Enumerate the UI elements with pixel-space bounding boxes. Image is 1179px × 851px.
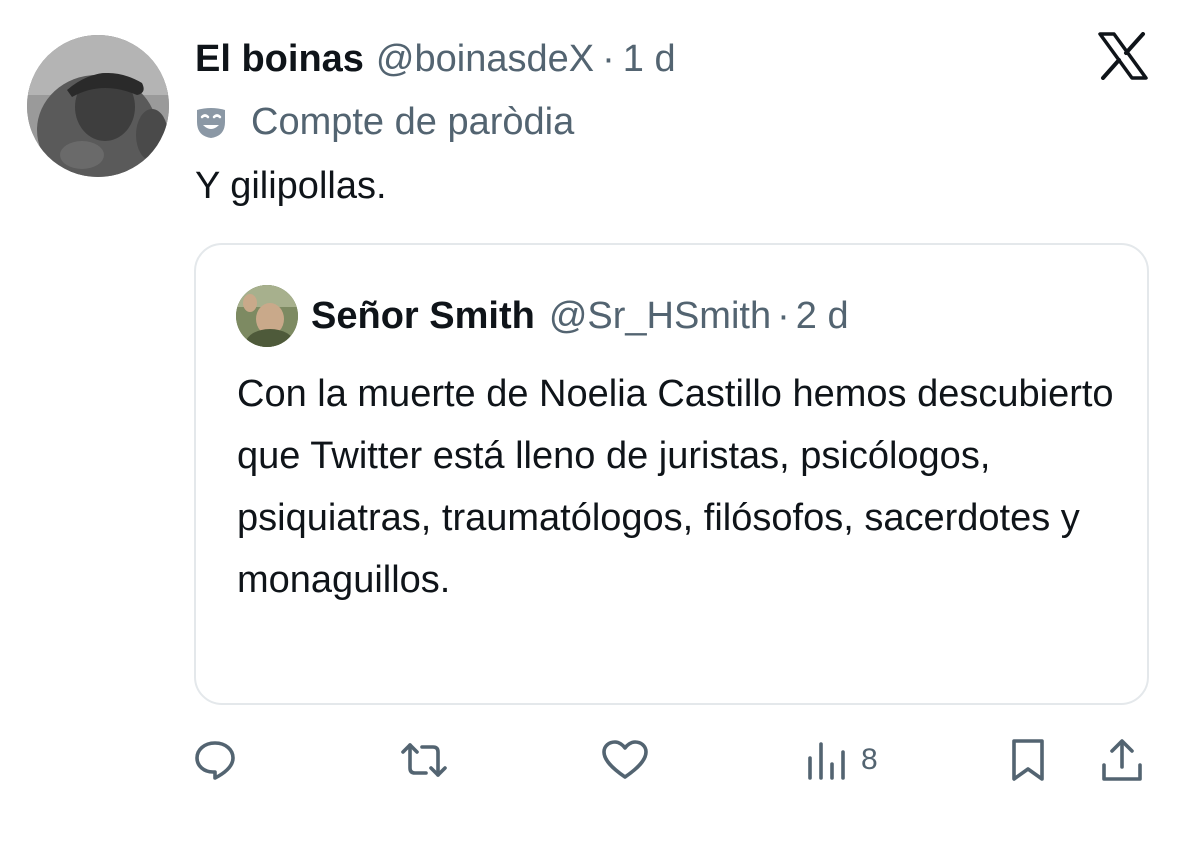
author-handle[interactable]: @boinasdeX xyxy=(376,38,594,81)
tweet-timestamp[interactable]: 1 d xyxy=(623,38,676,81)
like-button[interactable] xyxy=(600,732,650,788)
quote-author-display-name[interactable]: Señor Smith xyxy=(311,295,535,338)
retweet-button[interactable] xyxy=(399,732,449,788)
views-bar-chart-icon xyxy=(805,738,849,782)
reply-icon xyxy=(193,738,237,782)
parody-label-text: Compte de paròdia xyxy=(251,100,575,143)
reply-button[interactable] xyxy=(193,732,237,788)
quote-header: Señor Smith @Sr_HSmith · 2 d xyxy=(311,290,849,342)
quote-separator-dot: · xyxy=(777,294,790,337)
like-heart-icon xyxy=(600,738,650,782)
retweet-icon xyxy=(399,738,449,782)
separator-dot: · xyxy=(602,37,615,80)
x-logo-icon xyxy=(1098,32,1148,80)
quote-timestamp[interactable]: 2 d xyxy=(796,295,849,338)
quote-author-avatar[interactable] xyxy=(236,285,298,347)
author-display-name[interactable]: El boinas xyxy=(195,38,364,81)
quote-author-handle[interactable]: @Sr_HSmith xyxy=(549,295,771,338)
share-button[interactable] xyxy=(1099,732,1145,788)
parody-label: Compte de paròdia xyxy=(193,96,574,148)
parody-mask-icon xyxy=(193,104,229,140)
tweet-text: Y gilipollas. xyxy=(195,165,387,207)
tweet-header: El boinas @boinasdeX · 1 d xyxy=(195,33,676,85)
quoted-tweet-card[interactable]: Señor Smith @Sr_HSmith · 2 d Con la muer… xyxy=(194,243,1149,705)
views-button[interactable]: 8 xyxy=(805,732,878,788)
author-avatar[interactable] xyxy=(27,35,169,177)
tweet-action-bar: 8 xyxy=(0,732,1179,792)
views-count: 8 xyxy=(861,743,878,776)
share-icon xyxy=(1099,737,1145,783)
bookmark-icon xyxy=(1008,737,1048,783)
quote-text: Con la muerte de Noelia Castillo hemos d… xyxy=(237,373,1114,601)
bookmark-button[interactable] xyxy=(1008,732,1048,788)
